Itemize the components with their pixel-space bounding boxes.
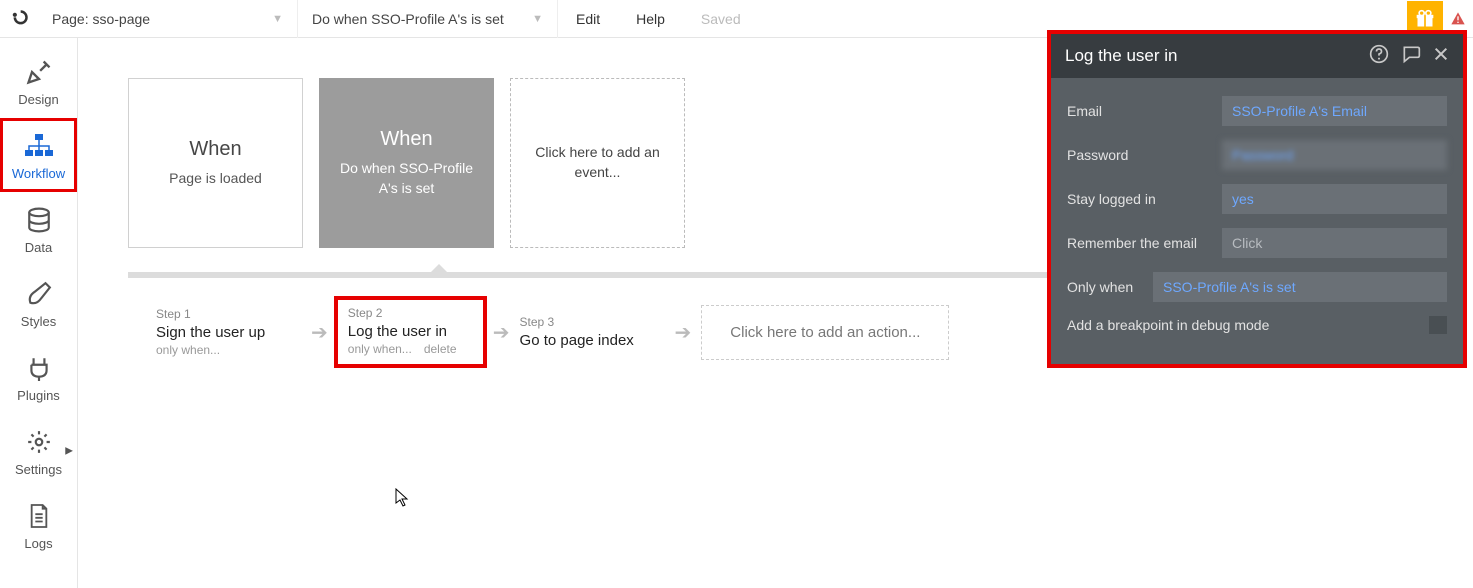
sidebar-item-workflow[interactable]: Workflow xyxy=(0,118,77,192)
workflow-icon xyxy=(23,130,55,162)
caret-right-icon: ▶ xyxy=(65,446,73,457)
close-icon[interactable] xyxy=(1433,46,1449,67)
chevron-down-icon: ▼ xyxy=(532,13,543,25)
prop-row-breakpoint: Add a breakpoint in debug mode xyxy=(1067,316,1447,334)
styles-icon xyxy=(26,278,52,310)
settings-icon xyxy=(26,426,52,458)
arrow-right-icon: ➔ xyxy=(493,320,510,345)
edit-menu[interactable]: Edit xyxy=(558,0,618,38)
plugins-icon xyxy=(26,352,52,384)
property-panel-title: Log the user in xyxy=(1065,46,1357,66)
alerts-button[interactable] xyxy=(1443,11,1473,27)
help-icon[interactable] xyxy=(1369,44,1389,69)
gift-icon xyxy=(1415,9,1435,29)
warning-icon xyxy=(1450,11,1466,27)
event-card-page-loaded[interactable]: When Page is loaded xyxy=(128,78,303,248)
page-selector-dropdown[interactable]: Page: sso-page ▼ xyxy=(38,0,298,38)
prop-row-remember-email: Remember the email Click xyxy=(1067,228,1447,258)
design-icon xyxy=(25,56,53,88)
prop-row-password: Password Password xyxy=(1067,140,1447,170)
property-panel-header[interactable]: Log the user in xyxy=(1051,34,1463,78)
breakpoint-checkbox[interactable] xyxy=(1429,316,1447,334)
saved-indicator: Saved xyxy=(683,0,759,38)
stay-logged-in-input[interactable]: yes xyxy=(1222,184,1447,214)
only-when-input[interactable]: SSO-Profile A's is set xyxy=(1153,272,1447,302)
prop-row-email: Email SSO-Profile A's Email xyxy=(1067,96,1447,126)
event-selector-dropdown[interactable]: Do when SSO-Profile A's is set ▼ xyxy=(298,0,558,38)
logo-icon xyxy=(9,9,29,29)
step-3[interactable]: Step 3 Go to page index xyxy=(520,315,665,349)
arrow-right-icon: ➔ xyxy=(675,320,692,345)
sidebar-item-plugins[interactable]: Plugins xyxy=(0,340,77,414)
page-selector-label: Page: sso-page xyxy=(52,11,150,27)
sidebar-item-logs[interactable]: Logs xyxy=(0,488,77,562)
help-menu[interactable]: Help xyxy=(618,0,683,38)
steps-pointer-icon xyxy=(430,264,448,273)
add-action-button[interactable]: Click here to add an action... xyxy=(701,305,949,360)
step-1[interactable]: Step 1 Sign the user up only when... xyxy=(156,307,301,357)
sidebar-item-design[interactable]: Design xyxy=(0,44,77,118)
sidebar-item-settings[interactable]: Settings ▶ xyxy=(0,414,77,488)
add-event-button[interactable]: Click here to add an event... xyxy=(510,78,685,248)
logs-icon xyxy=(28,500,50,532)
property-panel: Log the user in Email SSO-Profile A's Em… xyxy=(1047,30,1467,368)
sidebar-item-data[interactable]: Data xyxy=(0,192,77,266)
step-only-when[interactable]: only when... xyxy=(348,342,412,356)
prop-row-only-when: Only when SSO-Profile A's is set xyxy=(1067,272,1447,302)
chevron-down-icon: ▼ xyxy=(272,13,283,25)
remember-email-input[interactable]: Click xyxy=(1222,228,1447,258)
step-2[interactable]: Step 2 Log the user in only when... dele… xyxy=(338,300,483,364)
bubble-logo[interactable] xyxy=(0,0,38,38)
step-delete[interactable]: delete xyxy=(424,342,457,356)
sidebar: Design Workflow Data Styles Plugins Sett… xyxy=(0,38,78,588)
comment-icon[interactable] xyxy=(1401,44,1421,69)
data-icon xyxy=(26,204,52,236)
password-value-input[interactable]: Password xyxy=(1222,140,1447,170)
arrow-right-icon: ➔ xyxy=(311,320,328,345)
event-selector-label: Do when SSO-Profile A's is set xyxy=(312,11,504,27)
event-card-sso-profile-set[interactable]: When Do when SSO-Profile A's is set xyxy=(319,78,494,248)
email-value-input[interactable]: SSO-Profile A's Email xyxy=(1222,96,1447,126)
sidebar-item-styles[interactable]: Styles xyxy=(0,266,77,340)
prop-row-stay-logged-in: Stay logged in yes xyxy=(1067,184,1447,214)
property-panel-body: Email SSO-Profile A's Email Password Pas… xyxy=(1051,78,1463,364)
